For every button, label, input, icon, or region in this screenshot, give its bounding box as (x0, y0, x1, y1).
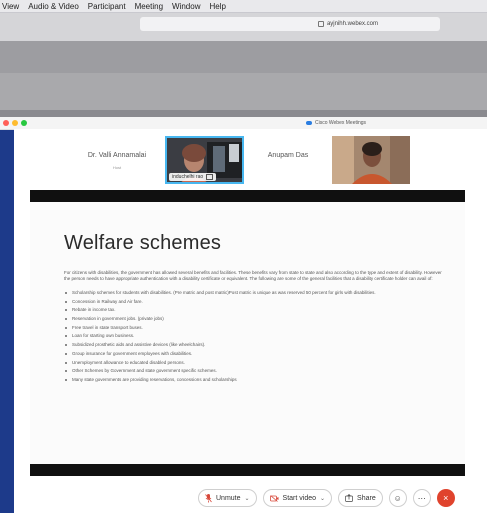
share-icon (345, 494, 353, 502)
participant-role: Host (112, 165, 122, 170)
start-video-button[interactable]: Start video ⌄ (262, 489, 333, 507)
participant-video-active[interactable]: induchelhi rao (165, 136, 244, 184)
list-item: Unemployment allowance to educated disab… (64, 360, 444, 366)
webex-logo-icon (306, 121, 312, 125)
menu-window[interactable]: Window (172, 2, 200, 11)
slide-intro: For citizens with disabilities, the gove… (64, 270, 442, 281)
ellipsis-icon: ⋯ (417, 493, 426, 503)
background-band (0, 41, 487, 73)
start-video-label: Start video (282, 494, 317, 502)
menu-bar: View Audio & Video Participant Meeting W… (0, 0, 487, 13)
slide-top-bar (30, 190, 465, 202)
slide-title: Welfare schemes (64, 232, 222, 254)
meeting-controls: Unmute ⌄ Start video ⌄ Share ☺ ⋯ × (198, 488, 455, 508)
participant-label: induchelhi rao (169, 173, 217, 181)
url-text: ayjnihh.webex.com (326, 21, 378, 27)
shared-slide: Welfare schemes For citizens with disabi… (30, 202, 465, 464)
list-item: Loan for starting own business. (64, 333, 444, 339)
window-separator (0, 110, 487, 117)
video-off-icon (269, 494, 279, 502)
menu-view[interactable]: View (2, 2, 19, 11)
slide-bottom-bar (30, 464, 465, 476)
menu-participant[interactable]: Participant (88, 2, 126, 11)
screenshot-frame: View Audio & Video Participant Meeting W… (0, 0, 487, 513)
participant-name: Anupam Das (267, 152, 309, 159)
reactions-button[interactable]: ☺ (388, 489, 407, 507)
address-bar[interactable]: ayjnihh.webex.com (140, 17, 440, 31)
menu-audio-video[interactable]: Audio & Video (28, 2, 79, 11)
lock-icon (317, 21, 324, 27)
list-item: Reservation in government jobs. (private… (64, 316, 444, 322)
list-item: Subsidized prosthetic aids and assistive… (64, 342, 444, 348)
zoom-window-icon[interactable] (21, 120, 27, 126)
share-button[interactable]: Share (338, 489, 383, 507)
participant-name: Dr. Valli Annamalai (87, 152, 147, 159)
slide-bullets: Scholarship schemes for students with di… (64, 290, 444, 386)
participant-video[interactable] (332, 136, 410, 184)
list-item: Many state governments are providing res… (64, 377, 444, 383)
close-window-icon[interactable] (3, 120, 9, 126)
share-label: Share (357, 494, 376, 502)
app-title-text: Cisco Webex Meetings (315, 120, 367, 126)
list-item: Scholarship schemes for students with di… (64, 290, 444, 296)
participant-tile[interactable]: Anupam Das (248, 137, 328, 182)
end-call-button[interactable]: × (436, 489, 455, 507)
minimize-window-icon[interactable] (12, 120, 18, 126)
menu-help[interactable]: Help (209, 2, 225, 11)
chevron-down-icon[interactable]: ⌄ (320, 495, 325, 502)
list-item: Free travel in state transport buses. (64, 325, 444, 331)
unmute-label: Unmute (216, 494, 241, 502)
participant-name: induchelhi rao (172, 174, 204, 180)
participant-tile-host[interactable]: Dr. Valli Annamalai Host (72, 137, 162, 182)
unmute-button[interactable]: Unmute ⌄ (198, 489, 257, 507)
list-item: Rebate in income tax. (64, 307, 444, 313)
list-item: Concession in Railway and Air fare. (64, 299, 444, 305)
menu-meeting[interactable]: Meeting (135, 2, 163, 11)
video-camera-icon (206, 174, 214, 180)
list-item: Other Schemes by Government and state go… (64, 368, 444, 374)
microphone-muted-icon (205, 493, 212, 502)
list-item: Group insurance for government employees… (64, 351, 444, 357)
participant-video-image (332, 136, 410, 184)
close-icon: × (443, 493, 449, 503)
more-options-button[interactable]: ⋯ (412, 489, 431, 507)
app-title: Cisco Webex Meetings (306, 120, 366, 126)
smiley-icon: ☺ (393, 493, 402, 503)
chevron-down-icon[interactable]: ⌄ (245, 495, 250, 502)
